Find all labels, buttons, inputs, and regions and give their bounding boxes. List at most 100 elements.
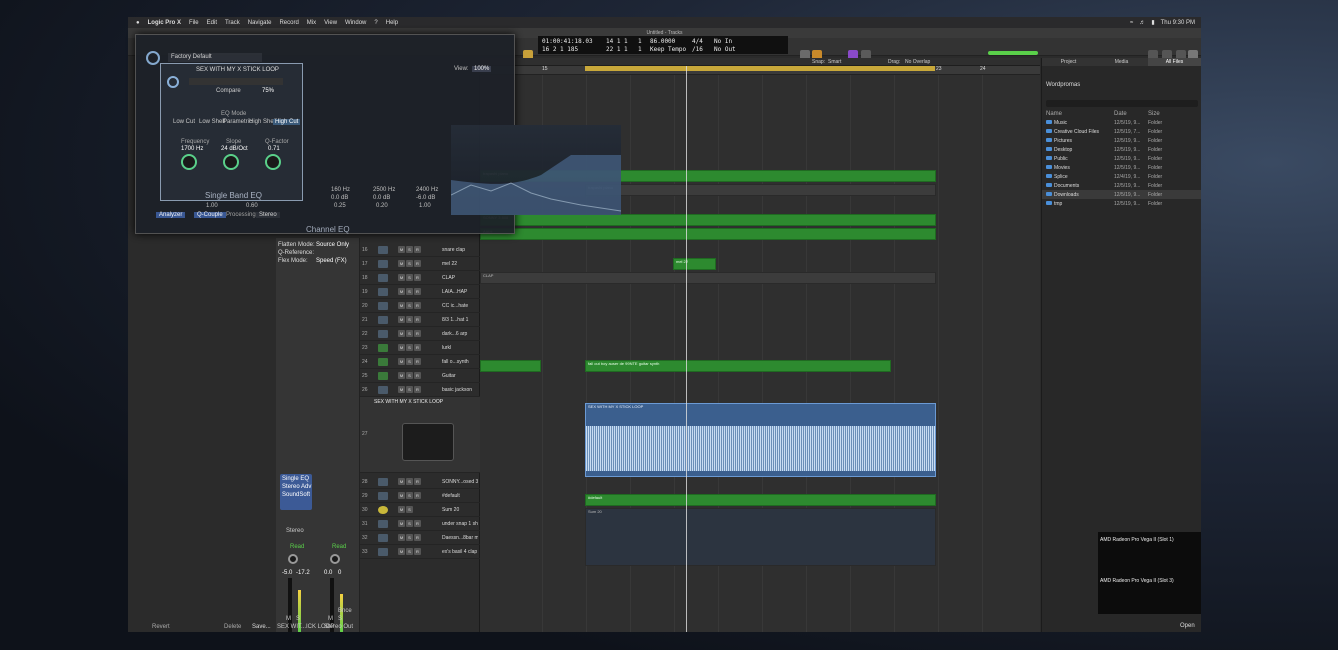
track-header[interactable]: 20 M S R CC ic...hate <box>360 299 480 313</box>
flex-pitch-value[interactable]: Speed (FX) <box>316 258 347 264</box>
menu-file[interactable]: File <box>189 20 199 26</box>
pan-knob[interactable] <box>288 554 298 564</box>
track-header[interactable]: 29 M S R #default <box>360 489 480 503</box>
file-row[interactable]: Pictures 12/5/19, 9... Folder <box>1042 136 1201 145</box>
file-row[interactable]: Downloads 12/5/19, 9... Folder <box>1042 190 1201 199</box>
menu-window[interactable]: Window <box>345 20 366 26</box>
drag-select[interactable]: No Overlap <box>905 59 930 65</box>
col-size[interactable]: Size <box>1148 111 1160 117</box>
inner-preset-select[interactable] <box>189 78 283 85</box>
processing-select[interactable]: Stereo <box>256 212 280 218</box>
col-date[interactable]: Date <box>1114 111 1127 117</box>
volume-icon[interactable]: ♬ <box>1139 20 1145 26</box>
file-row[interactable]: Splice 12/4/19, 9... Folder <box>1042 172 1201 181</box>
file-row[interactable]: Public 12/5/19, 9... Folder <box>1042 154 1201 163</box>
save-button[interactable]: Save... <box>252 624 271 630</box>
q-couple-button[interactable]: Q-Couple <box>194 212 226 218</box>
mode-low-cut[interactable]: Low Cut <box>173 119 195 125</box>
zoom-select[interactable]: 100% <box>472 66 492 72</box>
inner-power-icon[interactable] <box>167 76 179 88</box>
solo-button[interactable]: S <box>296 616 300 622</box>
bounce-label[interactable]: Bnce <box>338 608 352 614</box>
compare-button[interactable]: Compare <box>216 88 241 94</box>
mode-low-shelf[interactable]: Low Shelf <box>199 119 225 125</box>
delete-button[interactable]: Delete <box>224 624 241 630</box>
track-header-selected[interactable]: 27 SEX WITH MY X STICK LOOP <box>360 397 480 473</box>
menu-edit[interactable]: Edit <box>207 20 217 26</box>
band-gain[interactable]: 0.0 dB <box>373 195 390 201</box>
track-header[interactable]: 23 M S Rlurkl <box>360 341 480 355</box>
flex-mode-value[interactable]: Source Only <box>316 242 349 248</box>
q-factor-value[interactable]: 0.71 <box>268 146 280 152</box>
band-gain[interactable]: -6.0 dB <box>416 195 435 201</box>
midi-region[interactable]: #default <box>585 494 936 506</box>
plugin-slots[interactable]: Single EQ Stereo Adv SoundSoft <box>280 474 312 510</box>
tab-project[interactable]: Project <box>1042 58 1095 66</box>
track-header[interactable]: 18 M S R CLAP <box>360 271 480 285</box>
clock[interactable]: Thu 9:30 PM <box>1161 20 1195 26</box>
midi-region[interactable]: AIAH <box>480 228 936 240</box>
automation-mode[interactable]: Read <box>290 544 304 550</box>
apple-icon[interactable]: ● <box>136 20 140 26</box>
plugin-slot[interactable]: Single EQ <box>282 476 309 482</box>
track-header[interactable]: 26 M S Rbasic jackson <box>360 383 480 397</box>
open-button[interactable]: Open <box>1180 623 1195 629</box>
menu-key[interactable]: ? <box>374 20 377 26</box>
eq-graph[interactable] <box>450 125 622 215</box>
midi-region[interactable]: SONNY 3 808 <box>480 214 936 226</box>
track-header[interactable]: 33 M S Rex's basil 4 clap <box>360 545 480 559</box>
menu-mix[interactable]: Mix <box>307 20 316 26</box>
track-header[interactable]: 19 M S R LAIA...HAP <box>360 285 480 299</box>
tab-all-files[interactable]: All Files <box>1148 58 1201 66</box>
menu-track[interactable]: Track <box>225 20 240 26</box>
track-header[interactable]: 32 M S R Daessn...8bar me <box>360 531 480 545</box>
file-row[interactable]: Creative Cloud Files 12/5/19, 7... Folder <box>1042 127 1201 136</box>
track-header[interactable]: 28 M S R SONNY...osed 35 <box>360 475 480 489</box>
slope-knob[interactable] <box>223 154 239 170</box>
track-header[interactable]: 30 M S Sum 20 <box>360 503 480 517</box>
pan-knob-2[interactable] <box>330 554 340 564</box>
frequency-knob[interactable] <box>181 154 197 170</box>
track-header[interactable]: 21 M S R 8/3 1...hat 1 <box>360 313 480 327</box>
analyzer-button[interactable]: Analyzer <box>156 212 186 218</box>
cycle-region[interactable] <box>585 66 935 71</box>
solo-button-2[interactable]: S <box>338 616 342 622</box>
location-popup[interactable]: Wordpromas <box>1046 82 1080 88</box>
automation-mode-2[interactable]: Read <box>332 544 346 550</box>
slope-value[interactable]: 24 dB/Oct <box>221 146 248 152</box>
mute-button[interactable]: M <box>286 616 291 622</box>
band-freq[interactable]: 2500 Hz <box>373 187 395 193</box>
menu-navigate[interactable]: Navigate <box>248 20 272 26</box>
playhead[interactable] <box>686 66 687 632</box>
plugin-slot[interactable]: SoundSoft <box>282 492 310 498</box>
track-header[interactable]: 16 M S Rsnare clap <box>360 243 480 257</box>
master-volume-slider[interactable] <box>988 51 1038 55</box>
power-icon[interactable] <box>146 51 160 65</box>
midi-region[interactable]: mel 22 <box>673 258 716 270</box>
battery-icon[interactable]: ▮ <box>1151 19 1154 26</box>
menu-view[interactable]: View <box>324 20 337 26</box>
file-row[interactable]: Music 12/5/19, 9... Folder <box>1042 118 1201 127</box>
band-q[interactable]: 0.25 <box>334 203 346 209</box>
q-knob[interactable] <box>265 154 281 170</box>
menu-help[interactable]: Help <box>386 20 398 26</box>
snap-select[interactable]: Smart <box>828 59 841 65</box>
file-row[interactable]: Desktop 12/5/19, 9... Folder <box>1042 145 1201 154</box>
tab-media[interactable]: Media <box>1095 58 1148 66</box>
wifi-icon[interactable]: ≈ <box>1130 20 1133 26</box>
revert-button[interactable]: Revert <box>152 624 170 630</box>
frequency-value[interactable]: 1700 Hz <box>181 146 203 152</box>
band-freq[interactable]: 160 Hz <box>331 187 350 193</box>
midi-region[interactable]: fall out boy auser de 99NTE guitar synth <box>585 360 891 372</box>
summing-stack-region[interactable]: Sum 20 <box>585 508 936 566</box>
midi-region[interactable]: trapashi piano <box>585 184 936 196</box>
file-row[interactable]: Documents 12/5/19, 9... Folder <box>1042 181 1201 190</box>
track-header[interactable]: 25 M S R Guitar <box>360 369 480 383</box>
file-row[interactable]: tmp 12/5/19, 9... Folder <box>1042 199 1201 208</box>
band-gain[interactable]: 0.0 dB <box>331 195 348 201</box>
audio-region[interactable]: SEX WITH MY X STICK LOOP <box>585 403 936 477</box>
mix-percent[interactable]: 75% <box>262 88 274 94</box>
band-q[interactable]: 1.00 <box>419 203 431 209</box>
mode-high-cut[interactable]: High Cut <box>273 119 301 125</box>
midi-region[interactable] <box>480 360 541 372</box>
